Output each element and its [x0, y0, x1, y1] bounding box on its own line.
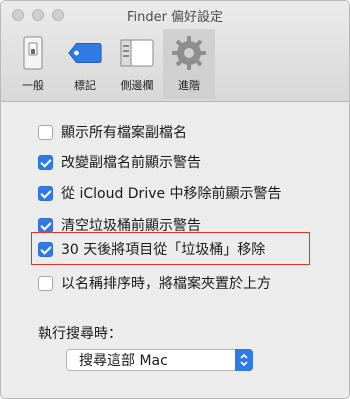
tab-advanced[interactable]: 進階 — [163, 29, 215, 99]
option-folders-on-top[interactable]: 以名稱排序時，將檔案夾置於上方 — [38, 274, 271, 292]
search-scope-value: 搜尋這部 Mac — [79, 353, 168, 369]
search-scope-label: 執行搜尋時： — [38, 326, 122, 342]
tab-sidebar-label: 側邊欄 — [120, 79, 154, 92]
option-label: 從 iCloud Drive 中移除前顯示警告 — [61, 186, 282, 202]
window-title: Finder 偏好設定 — [126, 10, 224, 25]
highlight-box — [31, 232, 310, 265]
preferences-toolbar: 一般 標記 側邊欄 進階 — [7, 29, 215, 99]
search-scope-popup[interactable]: 搜尋這部 Mac — [66, 349, 253, 371]
finder-preferences-window: Finder 偏好設定 一般 標記 側邊欄 進階 顯示所有檔案副檔名 改變副檔名… — [0, 0, 350, 399]
option-label: 以名稱排序時，將檔案夾置於上方 — [61, 276, 271, 292]
option-warn-icloud-remove[interactable]: 從 iCloud Drive 中移除前顯示警告 — [38, 184, 282, 202]
checkbox[interactable] — [38, 217, 53, 233]
option-label: 改變副檔名前顯示警告 — [61, 155, 201, 171]
option-warn-extension-change[interactable]: 改變副檔名前顯示警告 — [38, 153, 201, 171]
tab-tags-label: 標記 — [74, 79, 96, 92]
tab-advanced-label: 進階 — [178, 79, 200, 92]
tag-icon — [67, 35, 103, 71]
tab-general-label: 一般 — [22, 79, 44, 92]
checkbox[interactable] — [38, 124, 53, 140]
tab-tags[interactable]: 標記 — [59, 29, 111, 99]
general-icon — [15, 35, 51, 71]
checkbox[interactable] — [38, 154, 53, 170]
chevron-updown-icon — [235, 349, 253, 371]
sidebar-icon — [119, 35, 155, 71]
checkbox[interactable] — [38, 185, 53, 201]
gear-icon — [171, 35, 207, 71]
advanced-pane: 顯示所有檔案副檔名 改變副檔名前顯示警告 從 iCloud Drive 中移除前… — [1, 102, 349, 398]
option-label: 顯示所有檔案副檔名 — [61, 125, 187, 141]
tab-sidebar[interactable]: 側邊欄 — [111, 29, 163, 99]
checkbox[interactable] — [38, 275, 53, 291]
titlebar: Finder 偏好設定 一般 標記 側邊欄 進階 — [1, 1, 349, 102]
option-show-extensions[interactable]: 顯示所有檔案副檔名 — [38, 123, 187, 141]
tab-general[interactable]: 一般 — [7, 29, 59, 99]
